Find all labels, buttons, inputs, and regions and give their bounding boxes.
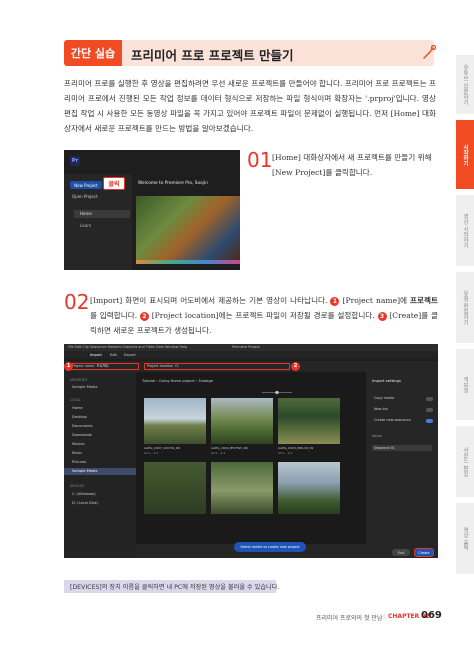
sidetab-5[interactable]: 색보정 <box>456 349 474 421</box>
banner-tag: 간단 실습 <box>64 40 122 66</box>
sidetab-1[interactable]: 유튜브 입문하기 <box>456 55 474 115</box>
tip-note-text: [DEVICES]의 장치 이름을 클릭하면 내 PC에 저장된 영상을 불러올… <box>70 584 280 591</box>
welcome-text: Welcome to Premiere Pro, Soojin <box>138 181 208 186</box>
copy-media-option[interactable]: Copy media <box>374 396 394 400</box>
local-heading: LOCAL <box>70 398 81 402</box>
sidebar-item-home[interactable]: Home <box>74 210 130 218</box>
thumbnail-duration: 00:1.. 4:4 <box>278 451 293 455</box>
step-number-1: 01 <box>247 148 273 172</box>
zoom-slider[interactable] <box>142 390 366 395</box>
callout-badge-1-image: 1 <box>64 362 73 371</box>
welcome-hero-image <box>136 196 240 260</box>
sidebar-item-documents[interactable]: Documents <box>72 424 93 428</box>
project-location-field[interactable]: Project location D: <box>144 363 290 370</box>
sidetab-3[interactable]: 영상 시작하기 <box>456 195 474 267</box>
page-number: 069 <box>421 610 442 621</box>
import-settings-title: Import settings <box>372 378 401 383</box>
sidetab-6[interactable]: 사운드 편집 <box>456 426 474 498</box>
project-name-field[interactable]: Project name 프로젝트 <box>69 363 139 370</box>
copy-media-toggle[interactable] <box>426 397 433 401</box>
import-screen-screenshot: File Edit Clip Sequence Markers Graphics… <box>64 344 438 558</box>
wrench-icon <box>423 45 436 59</box>
page-title: 프리미어 프로 프로젝트 만들기 <box>131 48 294 63</box>
media-thumbnail[interactable] <box>211 398 273 444</box>
sidebar-item-learn[interactable]: Learn <box>80 223 91 228</box>
mode-tabs <box>64 351 438 359</box>
callout-badge-3: 3 <box>377 312 387 321</box>
intro-paragraph: 프리미어 프로를 실행한 후 영상을 편집하려면 우선 새로운 프로젝트를 만들… <box>64 79 436 133</box>
callout-badge-2: 2 <box>139 312 149 321</box>
new-bin-option[interactable]: New bin <box>374 407 388 411</box>
media-thumbnail[interactable] <box>211 462 273 514</box>
devices-heading: DEVICES <box>70 484 84 488</box>
tab-export[interactable]: Export <box>124 353 136 357</box>
sidebar-item-sample-media[interactable]: Sample Media <box>64 468 136 475</box>
step2-text: [Import] 화면이 표시되며 어도비에서 제공하는 기본 영상이 나타납니… <box>90 296 439 335</box>
thumbnail-duration: 00:1.. 4:4 <box>211 451 226 455</box>
premiere-logo-icon: Pr <box>70 156 80 166</box>
callout-badge-2-image: 2 <box>291 362 300 371</box>
new-project-button[interactable]: New Project <box>70 181 102 189</box>
sidebar-item-downloads[interactable]: Downloads <box>72 433 92 437</box>
open-project-button[interactable]: Open Project <box>72 194 98 199</box>
thumbnail-caption: AAEG_C005_R8ILCR_S9 <box>278 446 314 450</box>
media-thumbnail[interactable] <box>278 462 340 514</box>
sequence-name-label: Name <box>372 434 383 438</box>
thumbnail-duration: 00:1.. 4:4 <box>144 451 159 455</box>
create-sequence-option[interactable]: Create new sequence <box>374 418 411 422</box>
sidebar-item-desktop[interactable]: Desktop <box>72 415 87 419</box>
exit-button[interactable]: Exit <box>392 549 410 556</box>
home-dialog-screenshot: Pr New Project 클릭 Open Project Home Lear… <box>64 150 240 270</box>
tab-edit[interactable]: Edit <box>110 353 117 357</box>
sidebar-item-sample-media-fav[interactable]: Sample Media <box>72 385 97 389</box>
sidetab-2[interactable]: 시작하기 <box>456 120 474 190</box>
thumbnail-caption: AAEG_C004_BFLFWC_R9 <box>211 446 248 450</box>
new-bin-toggle[interactable] <box>426 408 433 412</box>
media-thumbnail[interactable] <box>144 398 206 444</box>
footer-book-title: 프리미어 프로와의 첫 만남 <box>316 615 383 622</box>
create-sequence-toggle[interactable] <box>426 419 433 423</box>
select-media-hint: Select media to create new project <box>234 542 306 552</box>
breadcrumb: Tutorial › Going Home project › Footage <box>142 379 214 383</box>
step-number-2: 02 <box>64 290 90 314</box>
device-item-c[interactable]: C: (Windows) <box>72 492 96 496</box>
thumbnail-caption: AAEG_C007_220701_R9 <box>144 446 181 450</box>
create-button[interactable]: Create <box>414 548 434 557</box>
hero-strip <box>136 260 240 264</box>
step1-text: [Home] 대화상자에서 새 프로젝트를 만들기 위해 [New Projec… <box>272 153 432 177</box>
click-callout: 클릭 <box>103 177 125 190</box>
device-item-d[interactable]: D: (Local Disk) <box>72 501 98 505</box>
footer-divider: | <box>383 613 386 620</box>
sidebar-item-movies[interactable]: Movies <box>72 442 85 446</box>
sidebar-item-music[interactable]: Music <box>72 451 82 455</box>
media-thumbnail[interactable] <box>144 462 206 514</box>
media-thumbnail[interactable] <box>278 398 340 444</box>
sidebar-item-pictures[interactable]: Pictures <box>72 460 86 464</box>
tab-import[interactable]: Import <box>90 353 102 357</box>
sidetab-7[interactable]: 영상 출력 <box>456 503 474 575</box>
sequence-name-field[interactable]: Sequence 01 <box>372 445 432 451</box>
sidetab-4[interactable]: 유형 편집하기 <box>456 272 474 344</box>
favorites-heading: FAVORITES <box>70 378 88 382</box>
sidebar-item-home[interactable]: Home <box>72 406 83 410</box>
menu-bar: File Edit Clip Sequence Markers Graphics… <box>64 344 438 351</box>
